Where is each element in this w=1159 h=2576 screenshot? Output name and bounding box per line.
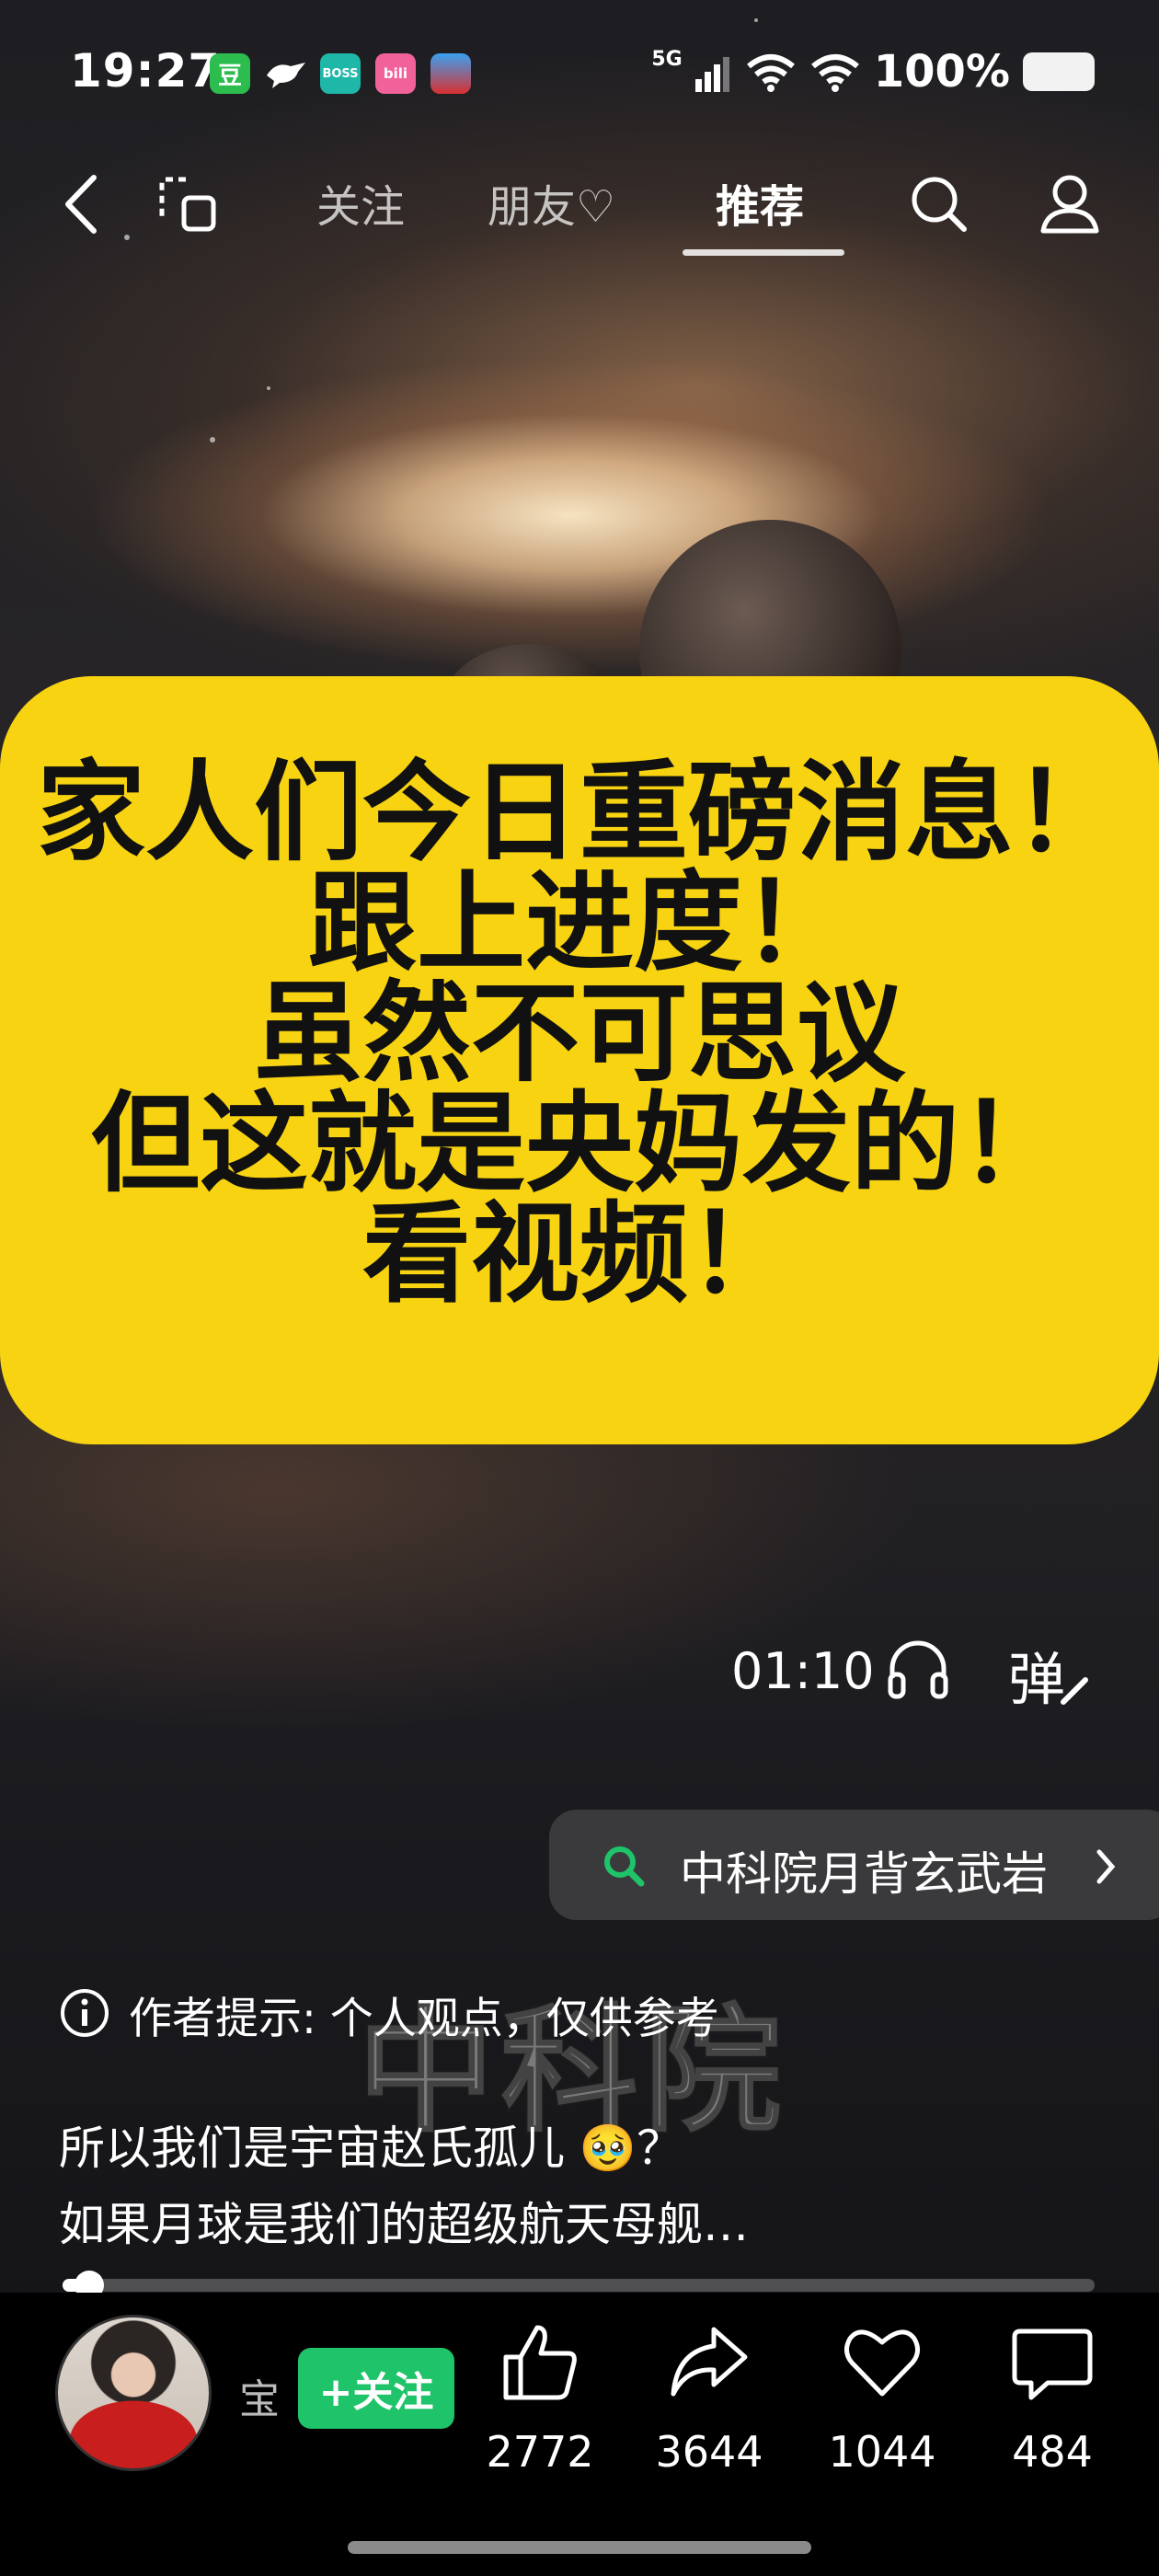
banner-line: 家人们今日重磅消息！ bbox=[36, 748, 1122, 876]
banner-line: 跟上进度！ bbox=[307, 858, 851, 986]
author-tip: 作者提示: 个人观点，仅供参考 bbox=[129, 1994, 719, 2044]
battery-percent: 100% bbox=[873, 46, 1010, 98]
comment-icon bbox=[1012, 2329, 1093, 2400]
active-tab-indicator bbox=[683, 249, 844, 256]
video-progress-bar[interactable] bbox=[63, 2271, 1095, 2300]
caption-line[interactable]: 如果月球是我们的超级航天母舰… bbox=[59, 2188, 749, 2254]
star bbox=[754, 18, 758, 22]
status-time: 19:27 bbox=[70, 44, 222, 98]
share-count: 3644 bbox=[655, 2427, 763, 2477]
search-icon[interactable] bbox=[907, 172, 971, 236]
weather-app-icon bbox=[430, 53, 471, 94]
search-suggestion-text: 中科院月背玄武岩 bbox=[680, 1847, 1048, 1901]
danmu-toggle-button[interactable]: 弹 bbox=[1008, 1633, 1065, 1716]
star bbox=[267, 386, 270, 390]
caption-line[interactable]: 所以我们是宇宙赵氏孤儿 🥹？ bbox=[59, 2111, 683, 2178]
pencil-icon bbox=[1061, 1677, 1088, 1705]
follow-button[interactable]: +关注 bbox=[298, 2348, 454, 2429]
tab-recommended[interactable]: 推荐 bbox=[716, 170, 804, 235]
home-indicator[interactable] bbox=[348, 2541, 811, 2554]
back-icon[interactable] bbox=[61, 172, 101, 236]
star bbox=[210, 437, 215, 443]
headphones-icon[interactable] bbox=[885, 1636, 951, 1702]
bilibili-app-icon: bili bbox=[375, 53, 416, 94]
douban-app-icon: 豆 bbox=[210, 53, 250, 94]
info-icon bbox=[61, 1989, 109, 2037]
share-icon bbox=[671, 2327, 748, 2397]
comment-button[interactable]: 484 bbox=[983, 2320, 1121, 2477]
banner-line: 虽然不可思议 bbox=[253, 969, 905, 1097]
battery-icon bbox=[1023, 52, 1095, 91]
network-type: 5G bbox=[651, 48, 683, 71]
floating-window-icon[interactable] bbox=[158, 174, 219, 235]
video-duration: 01:10 bbox=[731, 1642, 875, 1700]
top-nav: 关注 朋友♡ 推荐 bbox=[0, 161, 1159, 262]
author-name[interactable]: 宝 bbox=[239, 2366, 280, 2425]
search-suggestion-chip[interactable]: 中科院月背玄武岩 bbox=[549, 1810, 1159, 1920]
wifi-icon bbox=[746, 54, 795, 92]
wifi-icon-secondary bbox=[810, 54, 859, 92]
tab-friends[interactable]: 朋友♡ bbox=[488, 170, 615, 235]
comment-count: 484 bbox=[1012, 2427, 1093, 2477]
signal-icon bbox=[694, 57, 729, 92]
like-count: 2772 bbox=[486, 2427, 594, 2477]
like-button[interactable]: 2772 bbox=[471, 2320, 609, 2477]
search-icon bbox=[604, 1846, 645, 1887]
thumbs-up-icon bbox=[503, 2325, 577, 2400]
banner-line: 但这就是央妈发的！ bbox=[90, 1079, 1068, 1207]
tab-following[interactable]: 关注 bbox=[316, 170, 405, 235]
bottom-bar: 宝 +关注 2772 3644 1044 484 bbox=[0, 2293, 1159, 2576]
author-avatar[interactable] bbox=[55, 2315, 212, 2471]
profile-icon[interactable] bbox=[1039, 172, 1100, 236]
banner-line: 看视频！ bbox=[361, 1190, 797, 1317]
chevron-right-icon bbox=[1096, 1849, 1116, 1884]
favorite-button[interactable]: 1044 bbox=[813, 2320, 951, 2477]
video-title-banner: 家人们今日重磅消息！ 跟上进度！ 虽然不可思议 但这就是央妈发的！ 看视频！ bbox=[0, 676, 1159, 1444]
status-indicators: 5G 100% bbox=[651, 44, 1095, 99]
bird-app-icon bbox=[267, 63, 305, 88]
status-bar: 19:27 豆 BOSS bili 5G 100% bbox=[0, 37, 1159, 110]
share-button[interactable]: 3644 bbox=[640, 2320, 778, 2477]
heart-icon bbox=[844, 2329, 920, 2397]
favorite-count: 1044 bbox=[828, 2427, 936, 2477]
boss-app-icon: BOSS bbox=[320, 53, 361, 94]
